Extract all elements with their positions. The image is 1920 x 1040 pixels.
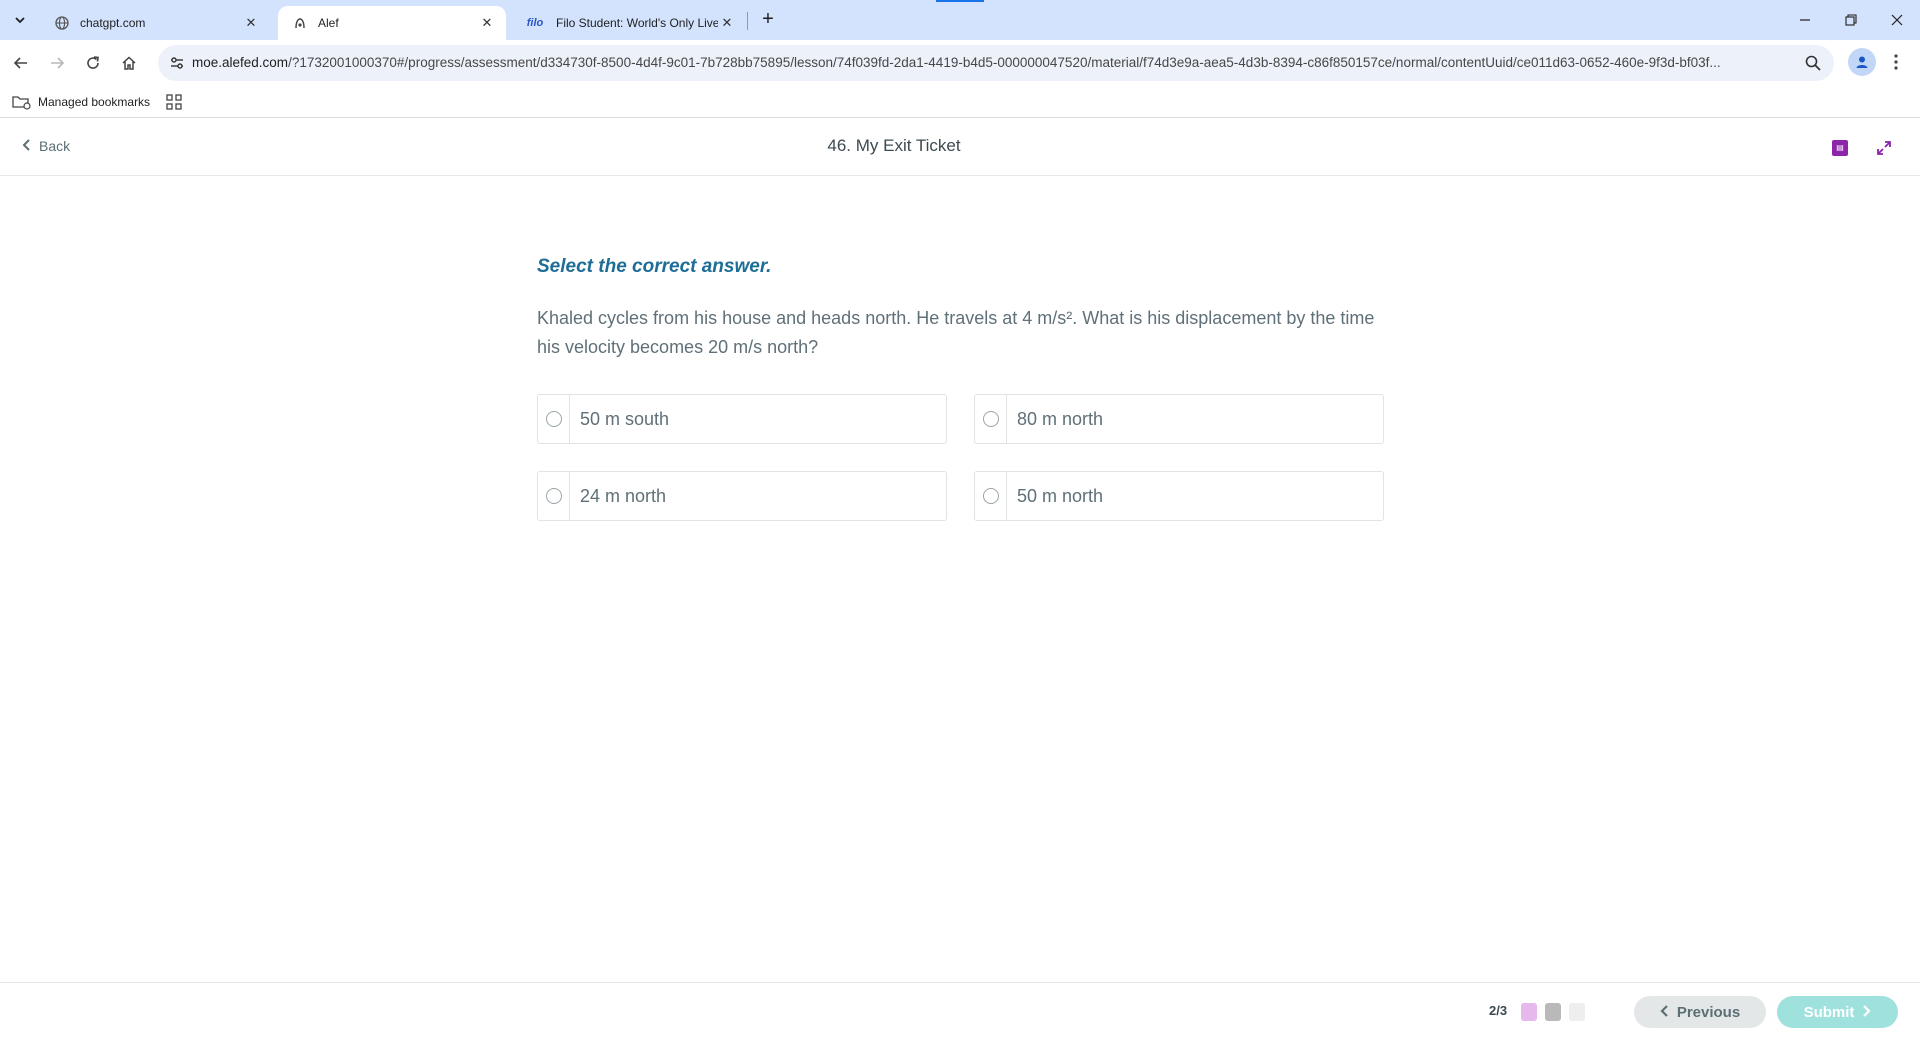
chevron-left-icon bbox=[1660, 1004, 1669, 1020]
radio-button[interactable] bbox=[545, 488, 562, 504]
answer-option-1[interactable]: 50 m south bbox=[537, 394, 947, 444]
tab-chatgpt[interactable]: chatgpt.com ✕ bbox=[40, 6, 270, 40]
tab-title: Filo Student: World's Only Live bbox=[556, 16, 718, 30]
tab-strip: chatgpt.com ✕ Alef ✕ filo Filo Student: … bbox=[0, 0, 1920, 40]
new-tab-button[interactable]: + bbox=[756, 8, 780, 32]
tab-indicator bbox=[936, 0, 984, 2]
bookmark-label: Managed bookmarks bbox=[38, 95, 151, 109]
radio-cell bbox=[538, 395, 570, 443]
option-label: 50 m north bbox=[1017, 485, 1104, 506]
tab-filo[interactable]: filo Filo Student: World's Only Live ✕ bbox=[510, 6, 746, 40]
previous-button[interactable]: Previous bbox=[1634, 996, 1766, 1028]
close-icon[interactable]: ✕ bbox=[242, 14, 260, 32]
menu-kebab-icon[interactable] bbox=[1886, 50, 1906, 74]
radio-button[interactable] bbox=[545, 411, 562, 427]
question-area: Select the correct answer. Khaled cycles… bbox=[537, 256, 1383, 362]
minimize-button[interactable] bbox=[1782, 0, 1828, 40]
zoom-icon[interactable] bbox=[1804, 54, 1822, 72]
close-icon[interactable]: ✕ bbox=[718, 14, 736, 32]
tab-title: chatgpt.com bbox=[80, 16, 146, 30]
url-path: /?1732001000370#/progress/assessment/d33… bbox=[288, 55, 1721, 70]
lesson-header: Back 46. My Exit Ticket ▤ bbox=[0, 120, 1920, 176]
radio-cell bbox=[975, 472, 1007, 520]
radio-button[interactable] bbox=[982, 411, 999, 427]
submit-button[interactable]: Submit bbox=[1777, 996, 1898, 1028]
pager-dot-2[interactable] bbox=[1545, 1003, 1561, 1021]
question-instruction: Select the correct answer. bbox=[537, 256, 772, 277]
option-label: 80 m north bbox=[1017, 408, 1104, 429]
answer-option-2[interactable]: 80 m north bbox=[974, 394, 1384, 444]
close-window-button[interactable] bbox=[1874, 0, 1920, 40]
expand-icon[interactable] bbox=[1870, 134, 1898, 162]
pager-dot-3[interactable] bbox=[1569, 1003, 1585, 1021]
globe-icon bbox=[54, 15, 70, 31]
url-host: moe.alefed.com bbox=[192, 55, 289, 70]
radio-button[interactable] bbox=[982, 488, 999, 504]
restore-button[interactable] bbox=[1828, 0, 1874, 40]
alef-icon bbox=[292, 15, 308, 31]
board-icon[interactable]: ▤ bbox=[1826, 134, 1854, 162]
assessment-footer: 2/3 Previous Submit bbox=[0, 982, 1920, 1040]
question-text: Khaled cycles from his house and heads n… bbox=[537, 308, 1375, 357]
reload-icon[interactable] bbox=[78, 48, 108, 78]
close-icon[interactable]: ✕ bbox=[478, 14, 496, 32]
tab-separator bbox=[747, 12, 748, 30]
address-bar[interactable]: moe.alefed.com/?1732001000370#/progress/… bbox=[158, 45, 1834, 81]
answer-option-3[interactable]: 24 m north bbox=[537, 471, 947, 521]
forward-arrow-icon[interactable] bbox=[42, 48, 72, 78]
previous-label: Previous bbox=[1676, 1003, 1741, 1021]
site-settings-icon[interactable] bbox=[168, 54, 186, 72]
submit-label: Submit bbox=[1803, 1003, 1855, 1021]
pager-dot-1[interactable] bbox=[1521, 1003, 1537, 1021]
answer-option-4[interactable]: 50 m north bbox=[974, 471, 1384, 521]
bookmarks-bar: Managed bookmarks bbox=[0, 86, 1920, 118]
profile-avatar-icon[interactable] bbox=[1848, 48, 1876, 76]
tab-search-chevron-icon[interactable] bbox=[8, 8, 32, 32]
chevron-right-icon bbox=[1862, 1004, 1871, 1020]
url-text[interactable]: moe.alefed.com/?1732001000370#/progress/… bbox=[192, 55, 1792, 70]
option-label: 24 m north bbox=[580, 485, 667, 506]
apps-grid-icon[interactable] bbox=[166, 94, 182, 110]
page-title: 46. My Exit Ticket bbox=[827, 136, 961, 155]
radio-cell bbox=[975, 395, 1007, 443]
home-icon[interactable] bbox=[114, 48, 144, 78]
tab-title: Alef bbox=[318, 16, 339, 30]
tab-alef[interactable]: Alef ✕ bbox=[278, 6, 506, 40]
managed-folder-icon bbox=[12, 94, 32, 110]
filo-icon: filo bbox=[526, 17, 544, 29]
page-counter: 2/3 bbox=[1489, 1003, 1508, 1018]
browser-toolbar: moe.alefed.com/?1732001000370#/progress/… bbox=[0, 40, 1920, 86]
back-arrow-icon[interactable] bbox=[6, 48, 36, 78]
radio-cell bbox=[538, 472, 570, 520]
managed-bookmarks-folder[interactable]: Managed bookmarks bbox=[12, 92, 150, 112]
option-label: 50 m south bbox=[580, 408, 670, 429]
